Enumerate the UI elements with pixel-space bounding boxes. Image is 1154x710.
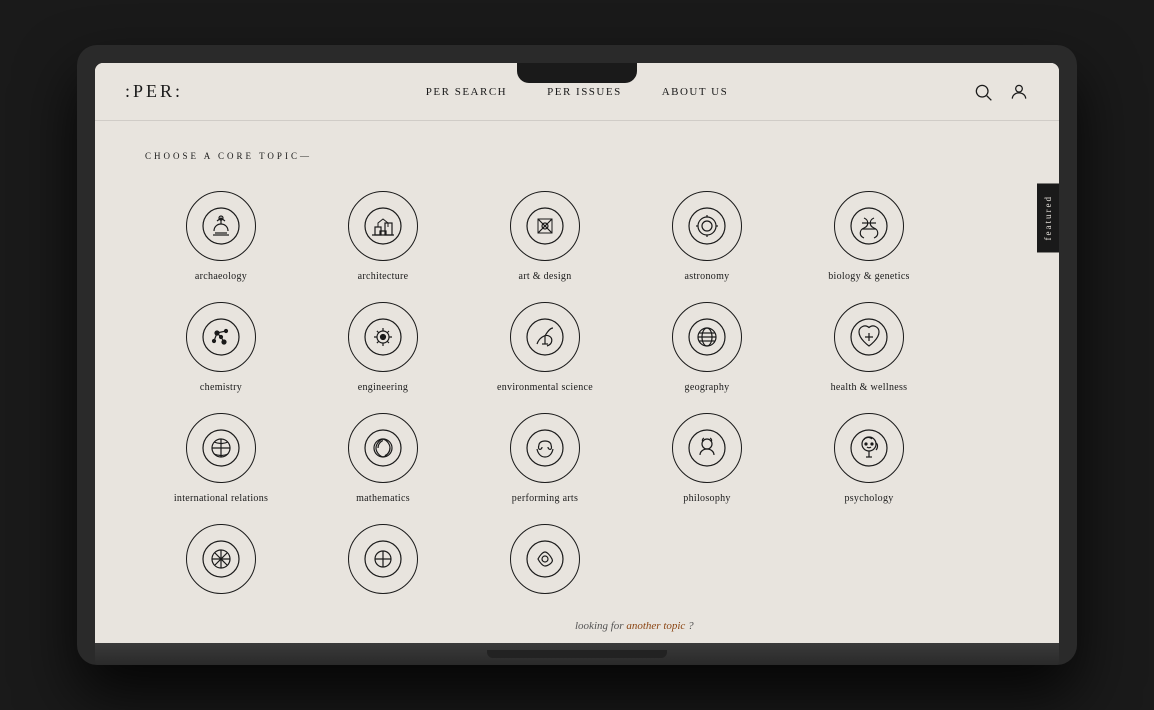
topic-geography[interactable]: geography: [631, 302, 783, 393]
topic-environmental-science[interactable]: environmental science: [469, 302, 621, 393]
topics-grid: archaeology architecture: [145, 191, 945, 604]
user-icon[interactable]: [1009, 82, 1029, 102]
geography-icon: [672, 302, 742, 372]
biology-icon: [834, 191, 904, 261]
art-design-icon: [510, 191, 580, 261]
topic-label-architecture: architecture: [358, 271, 409, 282]
topic-label-environmental-science: environmental science: [497, 382, 593, 393]
section-title: CHOOSE A CORE TOPIC—: [145, 151, 1009, 161]
topic-row4-2[interactable]: [307, 524, 459, 604]
performing-arts-icon: [510, 413, 580, 483]
nav-per-issues[interactable]: PER ISSUES: [547, 86, 622, 98]
looking-for: looking for another topic ?: [575, 620, 1009, 632]
row4-3-icon: [510, 524, 580, 594]
topic-mathematics[interactable]: mathematics: [307, 413, 459, 504]
health-wellness-icon: [834, 302, 904, 372]
topic-label-psychology: psychology: [844, 493, 893, 504]
topic-label-art-design: art & design: [518, 271, 571, 282]
topic-label-astronomy: astronomy: [685, 271, 730, 282]
topic-label-geography: geography: [685, 382, 730, 393]
topic-label-international-relations: international relations: [174, 493, 268, 504]
philosophy-icon: [672, 413, 742, 483]
nav-per-search[interactable]: PER SEARCH: [426, 86, 507, 98]
topic-health-wellness[interactable]: health & wellness: [793, 302, 945, 393]
nav-about-us[interactable]: ABOUT US: [662, 86, 729, 98]
international-relations-icon: [186, 413, 256, 483]
row4-2-icon: [348, 524, 418, 594]
topic-engineering[interactable]: engineering: [307, 302, 459, 393]
row4-1-icon: [186, 524, 256, 594]
psychology-icon: [834, 413, 904, 483]
topic-astronomy[interactable]: astronomy: [631, 191, 783, 282]
archaeology-icon: [186, 191, 256, 261]
topic-label-biology-genetics: biology & genetics: [828, 271, 910, 282]
topic-international-relations[interactable]: international relations: [145, 413, 297, 504]
topic-row4-3[interactable]: [469, 524, 621, 604]
environmental-science-icon: [510, 302, 580, 372]
topic-label-philosophy: philosophy: [683, 493, 730, 504]
topic-chemistry[interactable]: chemistry: [145, 302, 297, 393]
topic-philosophy[interactable]: philosophy: [631, 413, 783, 504]
nav-icons: [973, 82, 1029, 102]
topic-biology-genetics[interactable]: biology & genetics: [793, 191, 945, 282]
laptop-container: :PER: PER SEARCH PER ISSUES ABOUT US fea…: [77, 45, 1077, 665]
astronomy-icon: [672, 191, 742, 261]
search-icon[interactable]: [973, 82, 993, 102]
topic-art-design[interactable]: art & design: [469, 191, 621, 282]
engineering-icon: [348, 302, 418, 372]
main-content: CHOOSE A CORE TOPIC—: [95, 121, 1059, 643]
laptop-base: [95, 643, 1059, 665]
browser-screen: :PER: PER SEARCH PER ISSUES ABOUT US fea…: [95, 63, 1059, 643]
another-topic-link[interactable]: another topic: [626, 620, 685, 632]
topic-label-mathematics: mathematics: [356, 493, 410, 504]
topic-performing-arts[interactable]: performing arts: [469, 413, 621, 504]
chemistry-icon: [186, 302, 256, 372]
laptop-hinge: [487, 650, 667, 658]
topic-label-chemistry: chemistry: [200, 382, 242, 393]
topic-label-performing-arts: performing arts: [512, 493, 578, 504]
topic-archaeology[interactable]: archaeology: [145, 191, 297, 282]
topic-label-health-wellness: health & wellness: [831, 382, 908, 393]
topic-architecture[interactable]: architecture: [307, 191, 459, 282]
architecture-icon: [348, 191, 418, 261]
logo: :PER:: [125, 81, 183, 102]
topic-label-engineering: engineering: [358, 382, 409, 393]
topic-label-archaeology: archaeology: [195, 271, 247, 282]
camera-notch: [517, 63, 637, 83]
topic-psychology[interactable]: psychology: [793, 413, 945, 504]
nav-links: PER SEARCH PER ISSUES ABOUT US: [426, 86, 728, 98]
featured-tab[interactable]: featured: [1037, 183, 1059, 252]
topic-row4-1[interactable]: [145, 524, 297, 604]
mathematics-icon: [348, 413, 418, 483]
